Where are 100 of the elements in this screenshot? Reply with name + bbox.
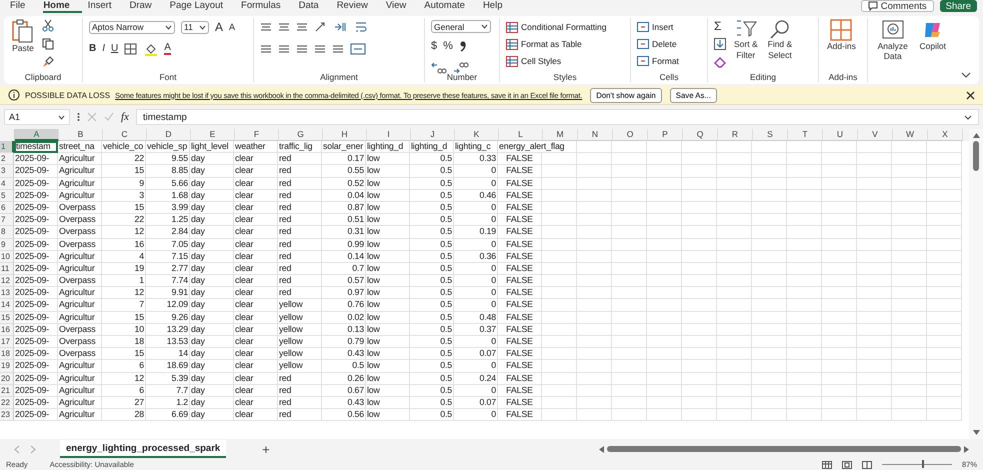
table-cell[interactable]: [892, 250, 927, 263]
table-cell[interactable]: low: [366, 299, 410, 312]
table-cell[interactable]: [752, 372, 787, 385]
table-cell[interactable]: 0.56: [322, 409, 366, 422]
table-cell[interactable]: [717, 202, 752, 214]
table-cell[interactable]: yellow: [278, 336, 322, 348]
table-cell[interactable]: clear: [234, 226, 278, 238]
table-cell[interactable]: [577, 214, 612, 226]
table-cell[interactable]: red: [278, 202, 322, 214]
check-icon[interactable]: [104, 112, 114, 122]
table-cell[interactable]: [542, 360, 577, 373]
table-cell[interactable]: [647, 312, 682, 324]
table-cell[interactable]: [682, 190, 717, 202]
table-cell[interactable]: [752, 214, 787, 226]
chevron-down-icon[interactable]: [961, 72, 971, 78]
table-cell[interactable]: [577, 312, 612, 324]
table-cell[interactable]: [927, 202, 962, 214]
text-style-button[interactable]: I: [102, 44, 106, 54]
table-cell[interactable]: 2025-09-: [14, 153, 58, 166]
table-cell[interactable]: [717, 348, 752, 360]
table-cell[interactable]: [787, 214, 822, 226]
table-cell[interactable]: [927, 360, 962, 373]
table-cell[interactable]: 3.99: [146, 202, 190, 214]
table-cell[interactable]: Agricultur: [58, 360, 102, 373]
column-header[interactable]: V: [858, 129, 893, 141]
table-cell[interactable]: 6: [102, 360, 146, 373]
table-cell[interactable]: [542, 324, 577, 336]
table-cell[interactable]: [857, 250, 892, 263]
table-cell[interactable]: [577, 141, 612, 154]
table-cell[interactable]: [822, 262, 857, 276]
row-header[interactable]: 10: [0, 250, 14, 263]
table-cell[interactable]: 2025-09-: [14, 409, 58, 422]
close-icon[interactable]: [966, 90, 975, 100]
table-cell[interactable]: clear: [234, 153, 278, 166]
table-cell[interactable]: [892, 287, 927, 300]
table-cell[interactable]: 9.26: [146, 312, 190, 324]
table-cell[interactable]: [542, 190, 577, 202]
table-cell[interactable]: day: [190, 153, 234, 166]
column-header[interactable]: U: [823, 129, 858, 141]
table-cell[interactable]: 15: [102, 165, 146, 178]
table-cell[interactable]: clear: [234, 178, 278, 190]
table-cell[interactable]: [892, 396, 927, 410]
table-cell[interactable]: 16: [102, 238, 146, 251]
row-header[interactable]: 1: [0, 141, 14, 154]
table-cell[interactable]: [682, 287, 717, 300]
row-header[interactable]: 14: [0, 299, 14, 312]
scroll-thumb[interactable]: [607, 446, 961, 452]
row-header[interactable]: 2: [0, 153, 14, 166]
table-cell[interactable]: [857, 312, 892, 324]
table-cell[interactable]: 0.04: [322, 190, 366, 202]
table-cell[interactable]: [857, 153, 892, 166]
table-cell[interactable]: 0: [454, 214, 498, 226]
row-header[interactable]: 18: [0, 348, 14, 360]
table-cell[interactable]: Agricultur: [58, 250, 102, 263]
table-cell[interactable]: 2025-09-: [14, 287, 58, 300]
table-cell[interactable]: day: [190, 360, 234, 373]
sort-filter-button[interactable]: Sort & Filter: [732, 18, 760, 62]
table-cell[interactable]: [927, 396, 962, 410]
table-cell[interactable]: [577, 275, 612, 288]
menu-tab[interactable]: Page Layout: [170, 0, 236, 12]
table-cell[interactable]: day: [190, 250, 234, 263]
table-cell[interactable]: [612, 250, 647, 263]
table-cell[interactable]: [577, 360, 612, 373]
table-cell[interactable]: [542, 238, 577, 251]
table-cell[interactable]: 7.15: [146, 250, 190, 263]
table-cell[interactable]: [577, 409, 612, 422]
table-cell[interactable]: [682, 262, 717, 276]
table-cell[interactable]: 12: [102, 287, 146, 300]
table-cell[interactable]: clear: [234, 360, 278, 373]
table-cell[interactable]: [822, 190, 857, 202]
table-cell[interactable]: [647, 190, 682, 202]
table-cell[interactable]: [542, 336, 577, 348]
table-cell[interactable]: [752, 178, 787, 190]
table-cell[interactable]: low: [366, 250, 410, 263]
table-cell[interactable]: [752, 165, 787, 178]
table-cell[interactable]: [927, 299, 962, 312]
table-cell[interactable]: [612, 153, 647, 166]
table-cell[interactable]: red: [278, 190, 322, 202]
table-cell[interactable]: [787, 238, 822, 251]
row-header[interactable]: 11: [0, 262, 14, 276]
styles-menu-button[interactable]: Conditional Formatting: [506, 20, 607, 34]
column-header[interactable]: P: [648, 129, 683, 141]
table-cell[interactable]: 22: [102, 214, 146, 226]
table-cell[interactable]: 14: [146, 348, 190, 360]
table-cell[interactable]: day: [190, 262, 234, 276]
decimal-increase-icon[interactable]: [431, 62, 447, 74]
table-cell[interactable]: FALSE: [498, 299, 542, 312]
table-cell[interactable]: day: [190, 238, 234, 251]
table-cell[interactable]: [717, 178, 752, 190]
comma-style-icon[interactable]: [458, 40, 467, 52]
table-cell[interactable]: 12: [102, 226, 146, 238]
row-header[interactable]: 15: [0, 312, 14, 324]
table-cell[interactable]: [612, 165, 647, 178]
table-cell[interactable]: [682, 178, 717, 190]
table-cell[interactable]: 15: [102, 202, 146, 214]
table-cell[interactable]: 2.77: [146, 262, 190, 276]
table-cell[interactable]: timestam: [14, 141, 58, 154]
table-cell[interactable]: [577, 336, 612, 348]
table-cell[interactable]: 0.5: [410, 396, 454, 410]
table-cell[interactable]: [822, 250, 857, 263]
